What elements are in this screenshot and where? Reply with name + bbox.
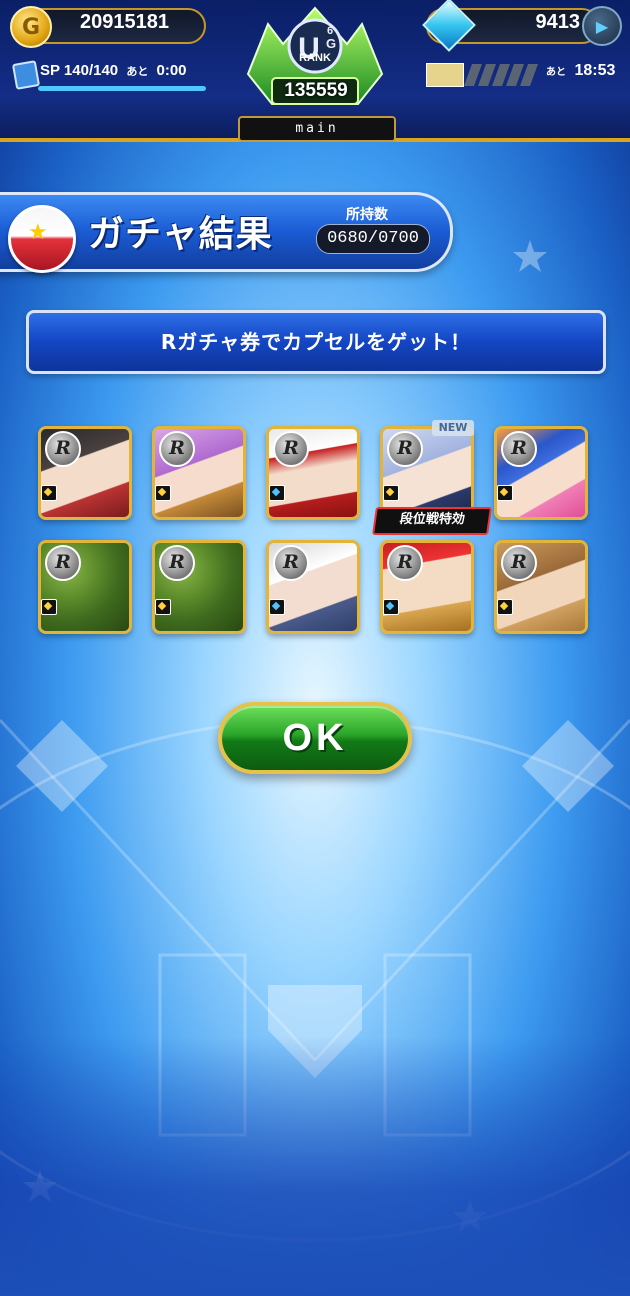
rarity-badge: R — [387, 545, 423, 581]
position-diamond-icon — [155, 599, 171, 615]
stamina-stripes — [464, 64, 538, 86]
svg-text:G: G — [326, 36, 336, 51]
sp-value: 140/140 — [63, 62, 119, 79]
result-card[interactable]: R — [38, 426, 132, 520]
sp-ato: あと — [126, 66, 149, 78]
position-diamond-icon — [269, 599, 285, 615]
result-card[interactable]: R — [380, 426, 474, 520]
rarity-badge: R — [45, 545, 81, 581]
rarity-badge: R — [159, 431, 195, 467]
sp-progress-fill — [38, 86, 206, 91]
rarity-badge: R — [273, 545, 309, 581]
new-badge: NEW — [432, 420, 474, 436]
position-diamond-icon — [383, 485, 399, 501]
rarity-badge: R — [273, 431, 309, 467]
result-card[interactable]: R — [38, 540, 132, 634]
sp-card-icon — [11, 60, 41, 90]
position-diamond-icon — [269, 485, 285, 501]
position-diamond-icon — [155, 485, 171, 501]
rarity-badge: R — [159, 545, 195, 581]
result-card[interactable]: R — [152, 426, 246, 520]
card-event-tag: 段位戦特効 — [372, 507, 492, 535]
sp-label: SP — [40, 62, 60, 79]
recovery-timer: あと 18:53 — [546, 62, 615, 80]
rarity-badge: R — [387, 431, 423, 467]
gem-value: 9413 — [535, 11, 581, 33]
page-title: ガチャ結果 — [88, 214, 273, 255]
position-diamond-icon — [41, 599, 57, 615]
result-card[interactable]: R — [152, 540, 246, 634]
rank-points: 135559 — [284, 80, 348, 101]
result-card[interactable]: R — [494, 426, 588, 520]
account-name: main — [238, 116, 396, 142]
position-diamond-icon — [41, 485, 57, 501]
rarity-badge: R — [501, 431, 537, 467]
rarity-badge: R — [45, 431, 81, 467]
timer-ato: あと — [546, 67, 566, 78]
result-message: Rガチャ券でカプセルをゲット！ — [160, 330, 472, 354]
sp-status: SP 140/140 あと 0:00 — [40, 62, 187, 79]
background-bottom-fade — [0, 1036, 630, 1296]
star-icon: ★ — [28, 220, 48, 245]
position-diamond-icon — [497, 599, 513, 615]
timer-value: 18:53 — [574, 62, 616, 79]
result-card[interactable]: R — [266, 426, 360, 520]
result-card[interactable]: R — [380, 540, 474, 634]
coin-icon: G — [10, 6, 52, 48]
sp-progress-bar — [38, 86, 206, 91]
svg-text:6: 6 — [327, 25, 333, 37]
event-badge-icon[interactable] — [426, 63, 464, 87]
result-card[interactable]: R — [494, 540, 588, 634]
ok-button[interactable]: OK — [218, 702, 412, 774]
sp-time: 0:00 — [156, 62, 187, 79]
position-diamond-icon — [497, 485, 513, 501]
play-icon[interactable]: ▶ — [582, 6, 622, 46]
result-card[interactable]: R — [266, 540, 360, 634]
rarity-badge: R — [501, 545, 537, 581]
position-diamond-icon — [383, 599, 399, 615]
rank-label: RANK — [299, 52, 331, 64]
owned-label: 所持数 — [346, 207, 388, 223]
owned-count: 0680/0700 — [316, 224, 430, 254]
coin-value: 20915181 — [80, 11, 169, 33]
